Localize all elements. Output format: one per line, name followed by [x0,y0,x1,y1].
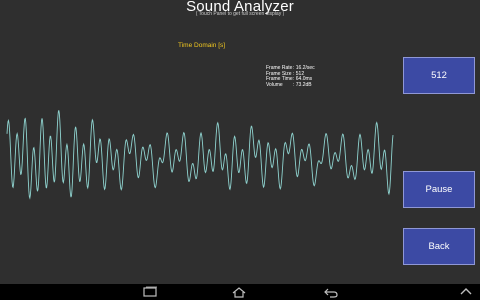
home-icon [232,287,246,298]
frame-size-button[interactable]: 512 [403,57,475,94]
chevron-up-icon [460,288,472,295]
waveform [6,110,394,200]
pause-button[interactable]: Pause [403,171,475,208]
stat-volume: Volume: 73.2dB [266,81,312,88]
nav-up-button[interactable] [452,284,480,300]
domain-label: Time Domain [s] [178,42,226,49]
waveform-line [6,110,394,200]
home-button[interactable] [225,284,253,300]
back-icon [324,288,338,298]
recent-apps-icon [143,286,157,297]
waveform-panel[interactable] [0,98,400,222]
system-navbar [0,284,480,300]
recent-apps-button[interactable] [136,284,164,300]
app-subtitle: ( Touch Panel to get full screen display… [195,11,285,17]
stats-panel: Frame Rate: 16.2/sec Frame Size: 512 Fra… [266,65,315,88]
nav-back-button[interactable] [317,284,345,300]
back-button[interactable]: Back [403,228,475,265]
